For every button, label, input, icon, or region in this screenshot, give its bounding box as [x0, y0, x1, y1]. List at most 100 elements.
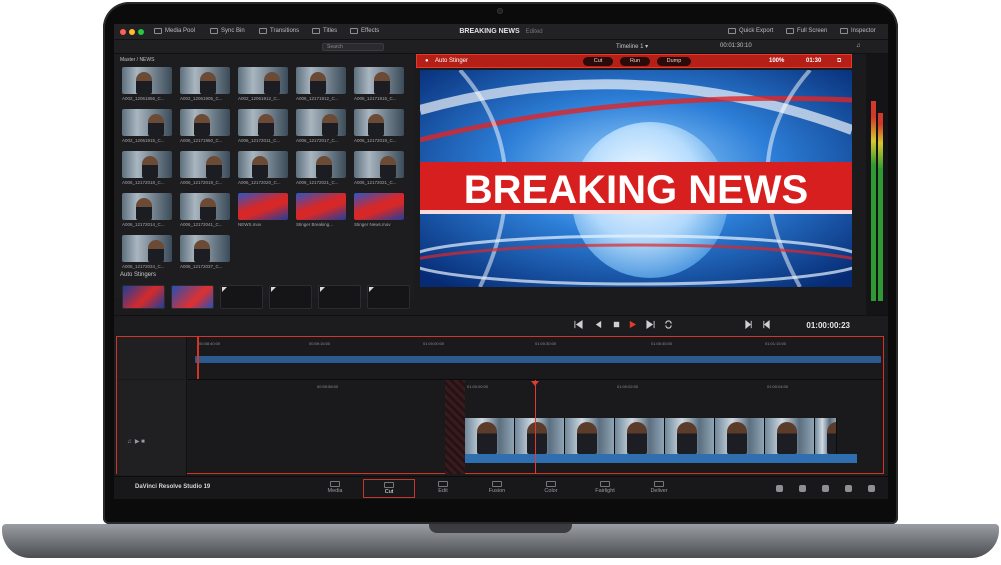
clip-thumbnail [180, 151, 230, 178]
audio-clip[interactable] [465, 454, 857, 463]
resolve-window: Media Pool Sync Bin Transitions Titles E… [114, 24, 888, 499]
deliver-page-icon [654, 481, 664, 487]
edited-status: Edited [525, 29, 543, 35]
media-clip[interactable]: A006_12171912_C... [296, 67, 346, 101]
page-tab-edit[interactable]: Edit [417, 479, 469, 498]
media-clip[interactable]: Stinger News.mov [354, 193, 404, 227]
chat-icon[interactable] [799, 485, 806, 492]
upper-playhead[interactable] [197, 337, 199, 379]
settings-gear-icon[interactable] [868, 485, 875, 492]
media-clip[interactable]: A006_12172017_C... [296, 109, 346, 143]
mark-out-icon[interactable] [744, 320, 753, 329]
transport-bar: 01:00:00:23 [114, 315, 888, 333]
media-clip[interactable]: A002_12061856_C... [122, 67, 172, 101]
run-button[interactable]: Run [620, 57, 650, 66]
timeline-selector[interactable]: Timeline 1 ▾ [616, 43, 648, 50]
loop-icon[interactable] [664, 320, 673, 329]
media-clip[interactable]: A002_12061912_C... [238, 67, 288, 101]
media-clip[interactable]: A006_12172011_C... [238, 109, 288, 143]
page-tab-label: Cut [384, 489, 394, 495]
page-tab-deliver[interactable]: Deliver [633, 479, 685, 498]
media-clip[interactable]: A006_12172021_C... [296, 151, 346, 185]
clip-thumbnail [122, 193, 172, 220]
stinger-slot[interactable] [122, 285, 165, 309]
gap-region [445, 380, 465, 474]
top-toolbar: Media Pool Sync Bin Transitions Titles E… [114, 24, 888, 40]
laptop-mockup: Media Pool Sync Bin Transitions Titles E… [0, 0, 1001, 565]
clip-thumbnail [238, 151, 288, 178]
media-clip[interactable]: A006_12172020_C... [238, 151, 288, 185]
playhead-handle-icon[interactable] [531, 381, 539, 386]
audio-track-controls[interactable]: ♫ ▶ ■ [127, 438, 145, 445]
lower-playhead[interactable] [535, 380, 536, 474]
cloud-icon[interactable] [776, 485, 783, 492]
clip-name: Stinger News.mov [354, 222, 391, 227]
page-tab-fairlight[interactable]: Fairlight [579, 479, 631, 498]
timeline-panel[interactable]: ♫ ▶ ■ 00:58:40:00 00:59:16:00 01:00:00:00 0… [116, 336, 884, 475]
ruler-tick-label: 01:01:15:00 [765, 341, 787, 346]
page-tab-cut[interactable]: Cut [363, 479, 415, 498]
media-clip[interactable]: A006_12172021_C... [354, 151, 404, 185]
mark-in-icon[interactable] [762, 320, 771, 329]
inspector-button[interactable]: Inspector [840, 28, 876, 34]
page-tab-fusion[interactable]: Fusion [471, 479, 523, 498]
stinger-slot[interactable] [269, 285, 312, 309]
page-tab-media[interactable]: Media [309, 479, 361, 498]
clip-name: A006_12171912_C... [296, 96, 339, 101]
clip-thumbnail [180, 235, 230, 262]
clip-name: A006_12172011_C... [238, 138, 281, 143]
play-icon[interactable] [628, 320, 637, 329]
media-clip[interactable]: A006_12172018_C... [122, 151, 172, 185]
clip-thumbnail [122, 235, 172, 262]
clip-thumbnail [296, 151, 346, 178]
page-tab-label: Fusion [488, 488, 506, 494]
program-viewer[interactable]: BREAKING NEWS [420, 70, 852, 287]
stinger-slot[interactable] [367, 285, 410, 309]
home-icon[interactable] [845, 485, 852, 492]
media-clip[interactable]: Stinger Breaking... [296, 193, 346, 227]
search-input[interactable]: Search [322, 43, 384, 51]
page-tab-color[interactable]: Color [525, 479, 577, 498]
media-clip[interactable]: A006_12171915_C... [354, 67, 404, 101]
cut-page-icon [384, 482, 394, 488]
media-clip[interactable]: A002_12061905_C... [180, 67, 230, 101]
media-clip[interactable]: A006_12172019_C... [180, 151, 230, 185]
play-reverse-icon[interactable] [594, 320, 603, 329]
source-timecode: 00:01:30:10 [720, 43, 752, 49]
laptop-notch [429, 524, 572, 533]
media-clip[interactable]: NEWS.mov [238, 193, 288, 227]
volume-icon[interactable]: ♫ [856, 43, 861, 49]
page-tab-label: Fairlight [595, 488, 615, 494]
go-to-end-icon[interactable] [646, 320, 655, 329]
go-to-start-icon[interactable] [574, 320, 583, 329]
dump-button[interactable]: Dump [657, 57, 691, 66]
cut-button[interactable]: Cut [583, 57, 613, 66]
ruler-tick-label: 00:58:40:00 [199, 341, 221, 346]
secondary-toolbar: Search Timeline 1 ▾ 00:01:30:10 ♫ [114, 40, 888, 54]
full-screen-button[interactable]: Full Screen [786, 28, 827, 34]
stinger-slot[interactable] [220, 285, 263, 309]
media-clip[interactable]: A006_12172014_C... [122, 193, 172, 227]
media-clip[interactable]: A006_12171950_C... [180, 109, 230, 143]
page-tab-label: Color [544, 488, 558, 494]
stop-icon[interactable] [612, 320, 621, 329]
stinger-slot[interactable] [171, 285, 214, 309]
clip-name: A002_12061856_C... [122, 96, 165, 101]
upper-timeline-strip[interactable] [195, 356, 881, 363]
auto-stinger-label[interactable]: Auto Stinger [435, 58, 468, 64]
people-icon[interactable] [822, 485, 829, 492]
media-clip[interactable]: A006_12172019_C... [354, 109, 404, 143]
meter-right [878, 113, 883, 301]
audio-meters [866, 54, 888, 316]
quick-export-button[interactable]: Quick Export [728, 28, 773, 34]
clip-thumbnail [122, 151, 172, 178]
media-clip[interactable]: A006_12172037_C... [180, 235, 230, 269]
ruler-tick-label: 01:00:04:00 [767, 384, 789, 389]
media-clip[interactable]: A006_12172041_C... [180, 193, 230, 227]
media-clip[interactable]: A006_12172034_C... [122, 235, 172, 269]
expand-icon[interactable]: ⧉ [837, 58, 841, 65]
stinger-slot[interactable] [318, 285, 361, 309]
zoom-level[interactable]: 100% [769, 58, 784, 64]
media-clip[interactable]: A002_12061915_C... [122, 109, 172, 143]
full-screen-icon [786, 28, 794, 34]
